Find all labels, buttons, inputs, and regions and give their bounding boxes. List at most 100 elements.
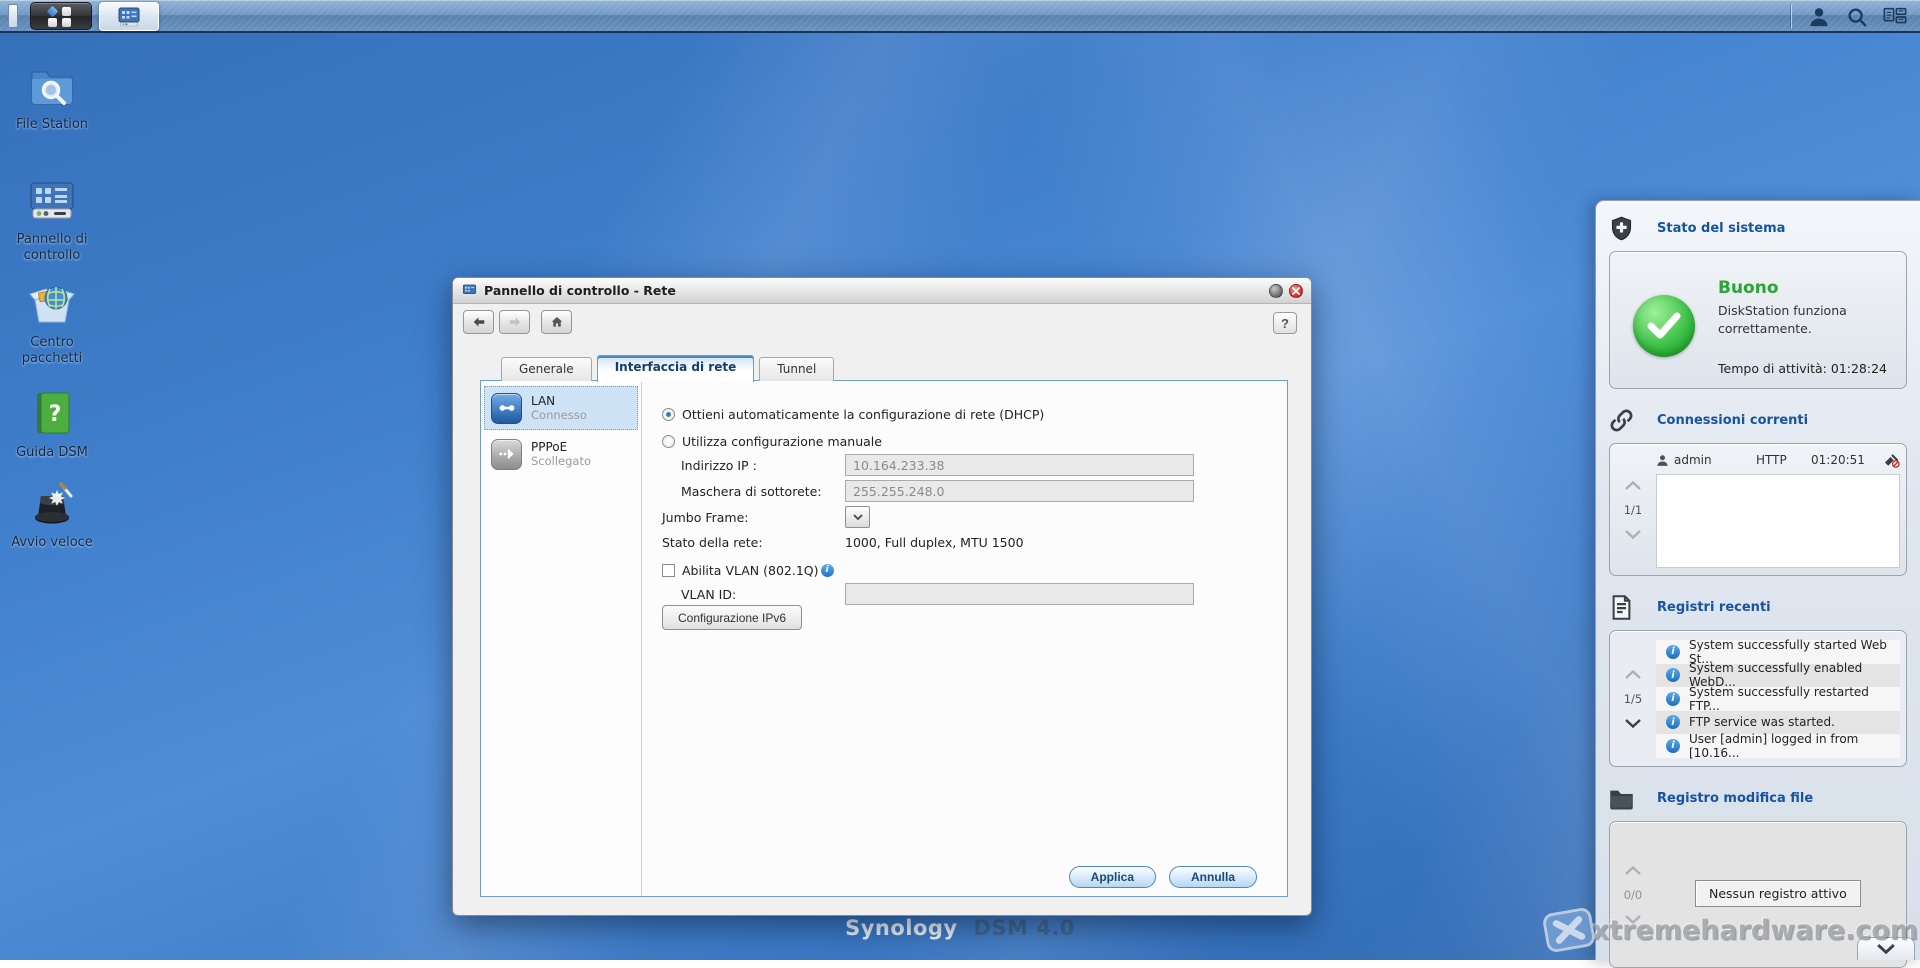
desktop-icon-quick-start[interactable]: Avvio veloce	[0, 478, 104, 551]
recent-logs-header: Registri recenti	[1596, 580, 1920, 628]
chevron-down-icon[interactable]	[1625, 915, 1641, 924]
ipv6-config-button[interactable]: Configurazione IPv6	[662, 605, 802, 630]
info-icon: i	[1666, 668, 1680, 682]
arrow-right-icon	[507, 315, 523, 329]
file-change-log-header: Registro modifica file	[1596, 771, 1920, 819]
dhcp-radio-label: Ottieni automaticamente la configurazion…	[682, 407, 1044, 422]
control-panel-icon	[461, 283, 478, 298]
desktop-icon-label: Guida DSM	[0, 445, 104, 461]
desktop-icon-label: Centro pacchetti	[0, 335, 104, 368]
log-document-icon	[1608, 594, 1635, 621]
log-message: FTP service was started.	[1689, 715, 1835, 729]
home-icon	[549, 315, 565, 329]
desktop-icon-label: Avvio veloce	[0, 535, 104, 551]
dhcp-radio[interactable]	[662, 408, 675, 421]
system-widget-sidebar: Stato del sistema Buono DiskStation funz…	[1595, 200, 1920, 960]
pilot-view-icon[interactable]	[1882, 4, 1908, 30]
taskbar-divider	[1791, 5, 1792, 29]
apply-button[interactable]: Applica	[1069, 866, 1156, 888]
ip-address-field: 10.164.233.38	[845, 454, 1194, 476]
connection-row: admin HTTP 01:20:51	[1656, 448, 1900, 472]
log-row[interactable]: iSystem successfully enabled WebD...	[1656, 664, 1900, 688]
main-menu-grid-icon	[48, 7, 74, 25]
tab-interfaccia-di-rete[interactable]: Interfaccia di rete	[597, 355, 755, 382]
check-icon	[1647, 312, 1681, 340]
control-panel-window: Pannello di controllo - Rete ? Generale …	[452, 277, 1312, 916]
interface-pppoe[interactable]: PPPoE Scollegato	[484, 432, 638, 476]
manual-config-radio[interactable]	[662, 435, 675, 448]
back-button[interactable]	[463, 310, 494, 334]
user-icon	[1656, 454, 1669, 467]
control-panel-icon	[27, 175, 77, 225]
desktop-icon-label: Pannello di controllo	[0, 232, 104, 265]
cancel-button[interactable]: Annulla	[1169, 866, 1257, 888]
desktop-icon-dsm-help[interactable]: ? Guida DSM	[0, 388, 104, 461]
desktop-icon-package-center[interactable]: Centro pacchetti	[0, 278, 104, 368]
widget-collapse-button[interactable]	[1857, 937, 1915, 960]
forward-button[interactable]	[499, 310, 530, 334]
taskbar	[0, 0, 1920, 33]
control-panel-icon	[116, 5, 142, 29]
disconnect-user-icon[interactable]	[1883, 453, 1900, 468]
log-rows: iSystem successfully started Web St... i…	[1656, 640, 1900, 758]
connection-protocol: HTTP	[1756, 453, 1811, 467]
chevron-up-icon[interactable]	[1625, 670, 1641, 679]
chevron-up-icon[interactable]	[1625, 866, 1641, 875]
info-icon[interactable]: i	[821, 564, 834, 577]
connection-user: admin	[1674, 453, 1756, 467]
search-icon[interactable]	[1844, 4, 1870, 30]
close-button[interactable]	[1289, 284, 1303, 298]
status-value: Buono	[1718, 278, 1779, 298]
minimize-button[interactable]	[1269, 284, 1283, 298]
tab-tunnel[interactable]: Tunnel	[759, 357, 834, 381]
chevron-down-icon[interactable]	[1625, 719, 1641, 728]
chevron-down-icon	[1877, 944, 1895, 954]
wallpaper-logo: Synology DSM 4.0	[845, 916, 1075, 940]
vlan-checkbox[interactable]	[662, 564, 675, 577]
chevron-down-icon[interactable]	[1625, 530, 1641, 539]
interface-list: LAN Connesso PPPoE Scollegato	[481, 381, 642, 896]
log-row[interactable]: iSystem successfully started Web St...	[1656, 640, 1900, 664]
dsm-help-icon: ?	[27, 388, 77, 438]
quick-start-icon	[27, 478, 77, 528]
home-button[interactable]	[541, 310, 572, 334]
window-titlebar[interactable]: Pannello di controllo - Rete	[453, 278, 1311, 304]
lan-icon	[491, 393, 522, 424]
log-row[interactable]: i System successfully restarted FTP...	[1656, 687, 1900, 711]
desktop-icon-control-panel[interactable]: Pannello di controllo	[0, 175, 104, 265]
arrow-left-icon	[471, 315, 487, 329]
log-message: System successfully restarted FTP...	[1689, 685, 1900, 713]
taskbar-right-area	[1791, 0, 1920, 33]
section-title: Registro modifica file	[1657, 791, 1813, 806]
user-icon[interactable]	[1806, 4, 1832, 30]
window-title: Pannello di controllo - Rete	[484, 283, 1263, 298]
info-icon: i	[1666, 715, 1680, 729]
chevron-up-icon[interactable]	[1625, 481, 1641, 490]
log-row[interactable]: iUser [admin] logged in from [10.16...	[1656, 734, 1900, 758]
system-status-header: Stato del sistema	[1596, 201, 1920, 249]
jumbo-frame-select[interactable]	[845, 506, 870, 528]
taskbar-app-control-panel[interactable]	[99, 2, 159, 31]
no-active-log-message: Nessun registro attivo	[1695, 880, 1861, 907]
connections-pager: 1/1	[1610, 444, 1656, 575]
logs-pager: 1/5	[1610, 631, 1656, 766]
tab-generale[interactable]: Generale	[501, 357, 592, 381]
window-toolbar: ?	[453, 304, 1311, 340]
help-button[interactable]: ?	[1273, 312, 1297, 334]
synology-brand-text: Synology	[845, 916, 958, 940]
info-icon: i	[1666, 692, 1680, 706]
interface-name: LAN	[531, 394, 587, 408]
network-interface-panel: LAN Connesso PPPoE Scollegato Ottieni au…	[480, 380, 1288, 897]
vlan-id-field	[845, 583, 1194, 605]
log-row[interactable]: i FTP service was started.	[1656, 711, 1900, 735]
pager-count: 1/5	[1624, 692, 1643, 706]
system-status-panel: Buono DiskStation funziona correttamente…	[1609, 251, 1907, 389]
chain-link-icon	[1608, 407, 1635, 434]
status-good-icon	[1633, 295, 1695, 357]
package-center-icon	[27, 278, 77, 328]
close-icon	[1292, 287, 1300, 295]
show-desktop-button[interactable]	[8, 4, 18, 28]
interface-lan[interactable]: LAN Connesso	[484, 386, 638, 430]
desktop-icon-file-station[interactable]: File Station	[0, 60, 104, 133]
main-menu-button[interactable]	[30, 2, 92, 30]
